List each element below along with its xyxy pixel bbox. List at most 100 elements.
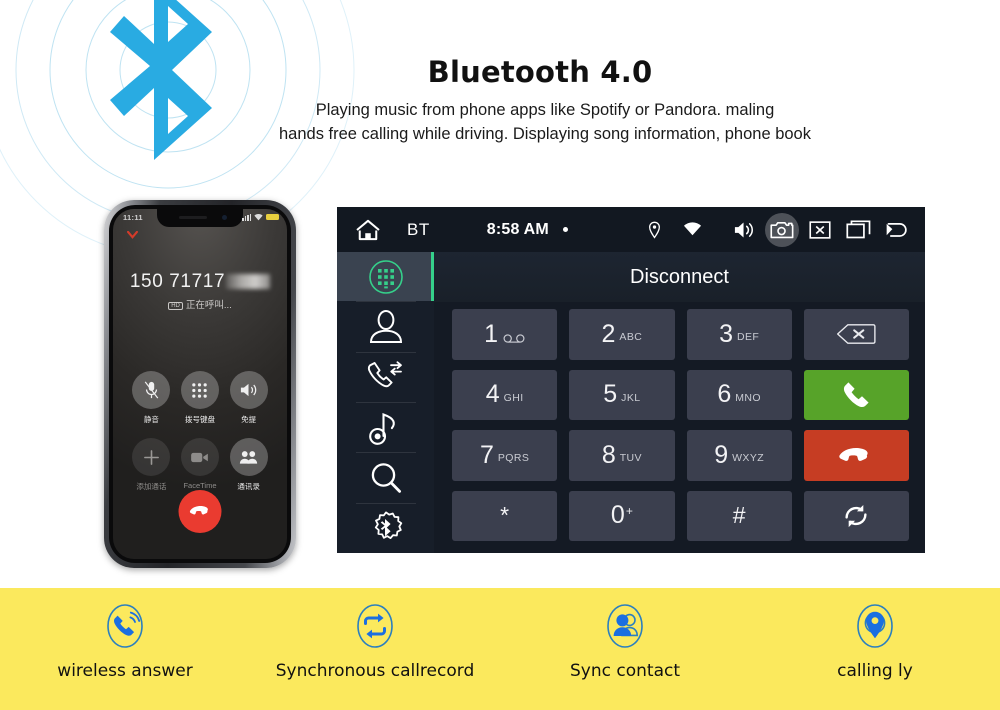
phone-clock: 11:11 [123, 213, 143, 222]
feature-label: Synchronous callrecord [275, 661, 475, 681]
phone-action-mute[interactable]: 静音 [131, 371, 171, 425]
key-call[interactable] [803, 369, 909, 420]
home-icon[interactable] [355, 219, 381, 241]
call-status-line: HD 正在呼叫... [113, 297, 287, 311]
contacts-button[interactable] [229, 438, 268, 476]
contacts-icon [240, 450, 258, 464]
key-digit: 6 [717, 380, 732, 409]
location-icon[interactable] [637, 213, 671, 247]
subtitle-line-2: hands free calling while driving. Displa… [279, 124, 811, 143]
sidebar-item-dialpad[interactable] [337, 252, 434, 302]
sidebar-item-music[interactable] [337, 403, 434, 452]
key-digit: 3 [719, 319, 733, 348]
close-icon[interactable] [803, 213, 837, 247]
feature-bar: wireless answer Synchronous callrecord S… [0, 588, 1000, 710]
page-title: Bluetooth 4.0 [427, 55, 653, 89]
blurred-digits [226, 274, 271, 289]
call-status-text: 正在呼叫... [185, 300, 232, 311]
refresh-icon [845, 504, 867, 527]
key-digit: 7 [479, 440, 494, 469]
key-hash[interactable]: # [686, 490, 792, 541]
keypad-button[interactable] [180, 371, 219, 409]
key-0[interactable]: 0 + [569, 490, 675, 541]
facetime-icon [191, 452, 209, 462]
add-call-button[interactable] [132, 438, 171, 476]
hd-badge: HD [168, 302, 183, 310]
head-unit-status-bar: BT 8:58 AM [337, 207, 925, 252]
sync-contact-icon [607, 604, 643, 648]
end-call-button[interactable] [178, 490, 222, 533]
sidebar-item-contacts[interactable] [337, 302, 434, 351]
key-8[interactable]: 8 TUV [569, 430, 675, 481]
phone-action-contacts[interactable]: 通讯录 [229, 438, 269, 492]
dialed-number-text: 150 71717 [129, 271, 226, 292]
key-digit: 4 [485, 380, 500, 409]
key-6[interactable]: 6 MNO [686, 369, 792, 420]
key-3[interactable]: 3 DEF [686, 309, 792, 360]
sidebar-item-search[interactable] [337, 453, 434, 502]
phone-action-facetime[interactable]: FaceTime [180, 438, 220, 492]
call-icon [844, 382, 869, 407]
phone-action-label: 静音 [143, 415, 159, 424]
phone-action-label: 拨号键盘 [184, 415, 215, 424]
key-star[interactable]: * [452, 490, 558, 541]
phone-action-speaker[interactable]: 免提 [229, 371, 269, 425]
call-log-icon [367, 361, 402, 388]
mute-icon [144, 381, 159, 399]
key-backspace[interactable] [803, 309, 909, 360]
speaker-button[interactable] [229, 371, 268, 409]
key-letters: JKL [621, 391, 641, 404]
keypad-icon [192, 382, 208, 398]
head-unit-main: Disconnect 1 2 ABC 3 DEF 4 GHI 5 JKL 6 M… [434, 252, 925, 553]
add-call-icon [143, 449, 159, 465]
key-5[interactable]: 5 JKL [569, 369, 675, 420]
phone-status-bar: 11:11 [113, 212, 287, 226]
key-4[interactable]: 4 GHI [452, 369, 558, 420]
key-letters: MNO [735, 391, 761, 404]
key-2[interactable]: 2 ABC [569, 309, 675, 360]
collapse-chevron-icon[interactable] [127, 231, 138, 239]
key-7[interactable]: 7 PQRS [452, 430, 558, 481]
key-letters: PQRS [497, 452, 530, 465]
feature-list: wireless answer Synchronous callrecord S… [0, 588, 1000, 710]
wifi-icon[interactable] [675, 213, 709, 247]
wifi-icon [254, 214, 263, 221]
phone-action-label: 通讯录 [237, 482, 260, 491]
recents-icon[interactable] [841, 213, 875, 247]
speaker-icon [241, 383, 257, 397]
mute-button[interactable] [132, 371, 171, 409]
key-1[interactable]: 1 [452, 309, 558, 360]
phone-action-add-call[interactable]: 添加通话 [131, 438, 171, 492]
dialpad-grid: 1 2 ABC 3 DEF 4 GHI 5 JKL 6 MNO 7 PQRS 8… [452, 309, 909, 541]
feature-sync-callrecord: Synchronous callrecord [250, 588, 500, 710]
backspace-icon [837, 324, 876, 345]
bluetooth-gear-icon [374, 511, 402, 540]
facetime-button[interactable] [180, 438, 219, 476]
key-letters: GHI [503, 391, 524, 404]
wireless-answer-icon [107, 604, 143, 648]
key-plus: + [625, 503, 633, 518]
key-refresh[interactable] [803, 490, 909, 541]
phone-action-label: 添加通话 [136, 482, 167, 491]
key-9[interactable]: 9 WXYZ [686, 430, 792, 481]
page-subtitle: Playing music from phone apps like Spoti… [195, 99, 895, 147]
feature-wireless-answer: wireless answer [0, 588, 250, 710]
key-hangup[interactable] [803, 430, 909, 481]
sidebar-item-call-log[interactable] [337, 353, 434, 402]
volume-icon[interactable] [727, 213, 761, 247]
dialpad-icon [368, 259, 403, 294]
source-label: BT [407, 219, 430, 239]
feature-label: Sync contact [570, 661, 680, 681]
phone-status-icons [242, 213, 279, 221]
promo-banner: Bluetooth 4.0 Playing music from phone a… [0, 0, 1000, 710]
battery-icon [266, 214, 279, 220]
camera-icon[interactable] [765, 212, 799, 247]
phone-action-keypad[interactable]: 拨号键盘 [180, 371, 220, 425]
back-icon[interactable] [879, 213, 913, 247]
key-letters: TUV [619, 452, 642, 465]
sidebar-item-bluetooth-settings[interactable] [337, 504, 434, 553]
dialed-number: 150 71717 [113, 271, 287, 293]
system-icons [637, 212, 913, 247]
music-note-icon [368, 412, 395, 445]
key-letters: ABC [619, 331, 643, 344]
